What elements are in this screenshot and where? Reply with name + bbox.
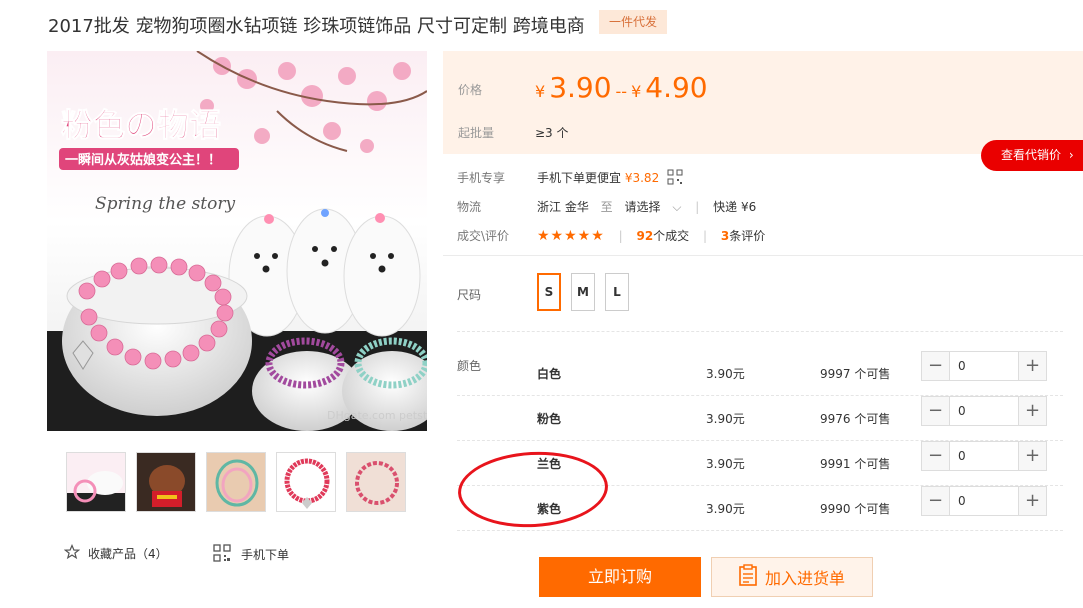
- thumbnail-strip: [66, 452, 406, 512]
- quantity-stepper: − 0 +: [921, 396, 1047, 426]
- chevron-right-icon: ›: [1068, 148, 1074, 162]
- color-stock: 9990 个可售: [820, 502, 891, 516]
- size-option-l[interactable]: L: [605, 273, 629, 311]
- thumbnail-2[interactable]: [136, 452, 196, 512]
- destination-select[interactable]: 请选择 ⌵: [625, 200, 686, 214]
- buy-now-button[interactable]: 立即订购: [539, 557, 701, 597]
- mobile-exclusive-price: ¥3.82: [624, 171, 660, 185]
- spring-text: Spring the story: [95, 194, 235, 214]
- divider: |: [703, 229, 708, 243]
- plus-button[interactable]: +: [1018, 397, 1046, 425]
- divider-line: [457, 331, 1063, 332]
- thumbnail-5[interactable]: [346, 452, 406, 512]
- price-max: 4.90: [645, 71, 708, 104]
- price-dash: --: [615, 82, 628, 101]
- quantity-input[interactable]: 0: [950, 487, 1018, 515]
- logistics-origin: 浙江 金华: [537, 200, 589, 214]
- color-row: 粉色 3.90元 9976 个可售 − 0 +: [457, 396, 1063, 441]
- thumbnail-4[interactable]: [276, 452, 336, 512]
- subline-text: 一瞬间从灰姑娘变公主！！: [65, 152, 221, 168]
- express-fee: 快递 ¥6: [713, 200, 757, 214]
- color-price: 3.90元: [706, 502, 745, 516]
- main-image-illustration: 粉色の物语 一瞬间从灰姑娘变公主！！ Spring the story DHga…: [47, 51, 427, 431]
- price-label: 价格: [458, 83, 483, 97]
- batch-value: ≥3 个: [535, 126, 569, 140]
- deals-count: 92: [636, 229, 654, 243]
- quantity-stepper: − 0 +: [921, 486, 1047, 516]
- plus-button[interactable]: +: [1018, 352, 1046, 380]
- mobile-exclusive-label: 手机专享: [457, 171, 506, 185]
- plus-button[interactable]: +: [1018, 442, 1046, 470]
- mobile-order-label: 手机下单: [241, 548, 290, 562]
- logistics-label: 物流: [457, 200, 482, 214]
- color-price: 3.90元: [706, 457, 745, 471]
- color-stock: 9991 个可售: [820, 457, 891, 471]
- color-name: 白色: [537, 367, 562, 381]
- agent-button-label: 查看代销价: [1001, 148, 1062, 162]
- quantity-input[interactable]: 0: [950, 397, 1018, 425]
- deals-link[interactable]: 92个成交: [636, 229, 689, 243]
- main-product-image[interactable]: 粉色の物语 一瞬间从灰姑娘变公主！！ Spring the story DHga…: [47, 51, 427, 431]
- size-option-m[interactable]: M: [571, 273, 595, 311]
- reviews-link[interactable]: 3条评价: [721, 229, 765, 243]
- price-range: ¥ 3.90 -- ¥ 4.90: [535, 71, 708, 104]
- deals-text: 个成交: [653, 229, 690, 243]
- reviews-label: 成交\评价: [457, 229, 510, 243]
- logistics-to: 至: [600, 200, 613, 214]
- size-options: S M L: [537, 273, 629, 311]
- minus-button[interactable]: −: [922, 352, 950, 380]
- batch-label: 起批量: [458, 126, 495, 140]
- qr-small-icon[interactable]: [667, 169, 683, 188]
- rating-stars: ★★★★★: [537, 228, 605, 244]
- color-price: 3.90元: [706, 367, 745, 381]
- price-panel: 价格 ¥ 3.90 -- ¥ 4.90 起批量 ≥3 个: [443, 51, 1083, 154]
- size-label: 尺码: [457, 288, 482, 302]
- divider: |: [695, 200, 700, 214]
- divider-line: [443, 255, 1083, 256]
- favorite-label: 收藏产品（4）: [88, 547, 168, 561]
- price-min: 3.90: [549, 71, 612, 104]
- minus-button[interactable]: −: [922, 442, 950, 470]
- mobile-exclusive-text: 手机下单更便宜: [537, 171, 622, 185]
- thumbnail-3[interactable]: [206, 452, 266, 512]
- currency-symbol: ¥: [535, 82, 546, 101]
- review-count: 3: [720, 229, 730, 243]
- review-text: 条评价: [729, 229, 766, 243]
- divider: |: [618, 229, 623, 243]
- headline-text: 粉色の物语: [61, 106, 221, 144]
- color-name: 粉色: [537, 412, 562, 426]
- quantity-input[interactable]: 0: [950, 442, 1018, 470]
- color-stock: 9997 个可售: [820, 367, 891, 381]
- watermark-text: DHgate.com petstore: [327, 409, 427, 422]
- product-title: 2017批发 宠物狗项圈水钻项链 珍珠项链饰品 尺寸可定制 跨境电商: [48, 16, 585, 37]
- size-option-s[interactable]: S: [537, 273, 561, 311]
- view-agent-price-button[interactable]: 查看代销价 ›: [981, 140, 1083, 171]
- minus-button[interactable]: −: [922, 487, 950, 515]
- chevron-down-icon: ⌵: [672, 200, 682, 214]
- star-outline-icon: [63, 543, 81, 563]
- minus-button[interactable]: −: [922, 397, 950, 425]
- destination-select-label: 请选择: [624, 200, 661, 214]
- thumbnail-1[interactable]: [66, 452, 126, 512]
- color-row: 白色 3.90元 9997 个可售 − 0 +: [457, 351, 1063, 396]
- favorite-link[interactable]: 收藏产品（4）: [63, 543, 168, 563]
- color-stock: 9976 个可售: [820, 412, 891, 426]
- qr-code-icon: [213, 544, 231, 565]
- mobile-order-link[interactable]: 手机下单: [213, 544, 289, 565]
- add-to-cart-label: 加入进货单: [764, 569, 845, 588]
- quantity-stepper: − 0 +: [921, 351, 1047, 381]
- quantity-input[interactable]: 0: [950, 352, 1018, 380]
- currency-symbol-2: ¥: [631, 82, 642, 101]
- dropship-tag[interactable]: 一件代发: [599, 10, 667, 34]
- add-to-cart-button[interactable]: 加入进货单: [711, 557, 873, 597]
- clipboard-icon: [739, 564, 757, 590]
- color-price: 3.90元: [706, 412, 745, 426]
- quantity-stepper: − 0 +: [921, 441, 1047, 471]
- plus-button[interactable]: +: [1018, 487, 1046, 515]
